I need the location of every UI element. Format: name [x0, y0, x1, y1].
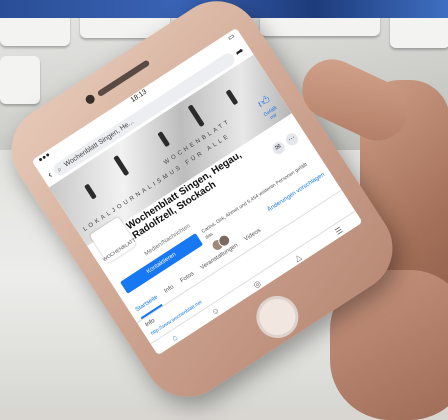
notifications-icon[interactable]: △ — [293, 252, 303, 263]
cover-figure — [225, 89, 239, 106]
info-heading: Info — [144, 317, 157, 329]
search-icon: ⌕ — [54, 163, 64, 174]
tab-videos[interactable]: Videos — [243, 228, 265, 249]
more-icon[interactable]: ⋯ — [283, 131, 301, 148]
menu-icon[interactable]: ☰ — [333, 225, 344, 236]
home-icon[interactable]: ⌂ — [170, 332, 179, 342]
cover-figure — [83, 183, 97, 200]
tab-home[interactable]: Startseite — [134, 294, 164, 320]
smartphone: ●●● 18:13 ▭ ‹ ⌕ Wochenblatt Singen, He..… — [0, 0, 410, 414]
cover-figure — [187, 104, 205, 128]
home-button[interactable] — [248, 287, 307, 347]
tab-info[interactable]: Info — [163, 284, 178, 300]
groups-icon[interactable]: ◎ — [251, 278, 262, 289]
friends-icon[interactable]: ☺ — [209, 305, 221, 317]
cover-figure — [157, 131, 171, 148]
tab-photos[interactable]: Fotos — [179, 271, 199, 290]
front-camera-icon — [83, 93, 97, 106]
phone-container: ●●● 18:13 ▭ ‹ ⌕ Wochenblatt Singen, He..… — [0, 0, 448, 414]
battery-icon: ▭ — [226, 32, 237, 43]
cover-figure — [113, 154, 130, 177]
share-icon[interactable]: ➦ — [233, 45, 246, 59]
back-chevron-icon[interactable]: ‹ — [46, 169, 55, 180]
messenger-icon[interactable]: ✉ — [270, 139, 287, 157]
like-button[interactable]: 👍︎ Gefällt mir — [250, 88, 285, 125]
avatar-label: WOCHENBLATT — [102, 237, 138, 264]
page-actions: ✉ ⋯ — [270, 131, 301, 157]
